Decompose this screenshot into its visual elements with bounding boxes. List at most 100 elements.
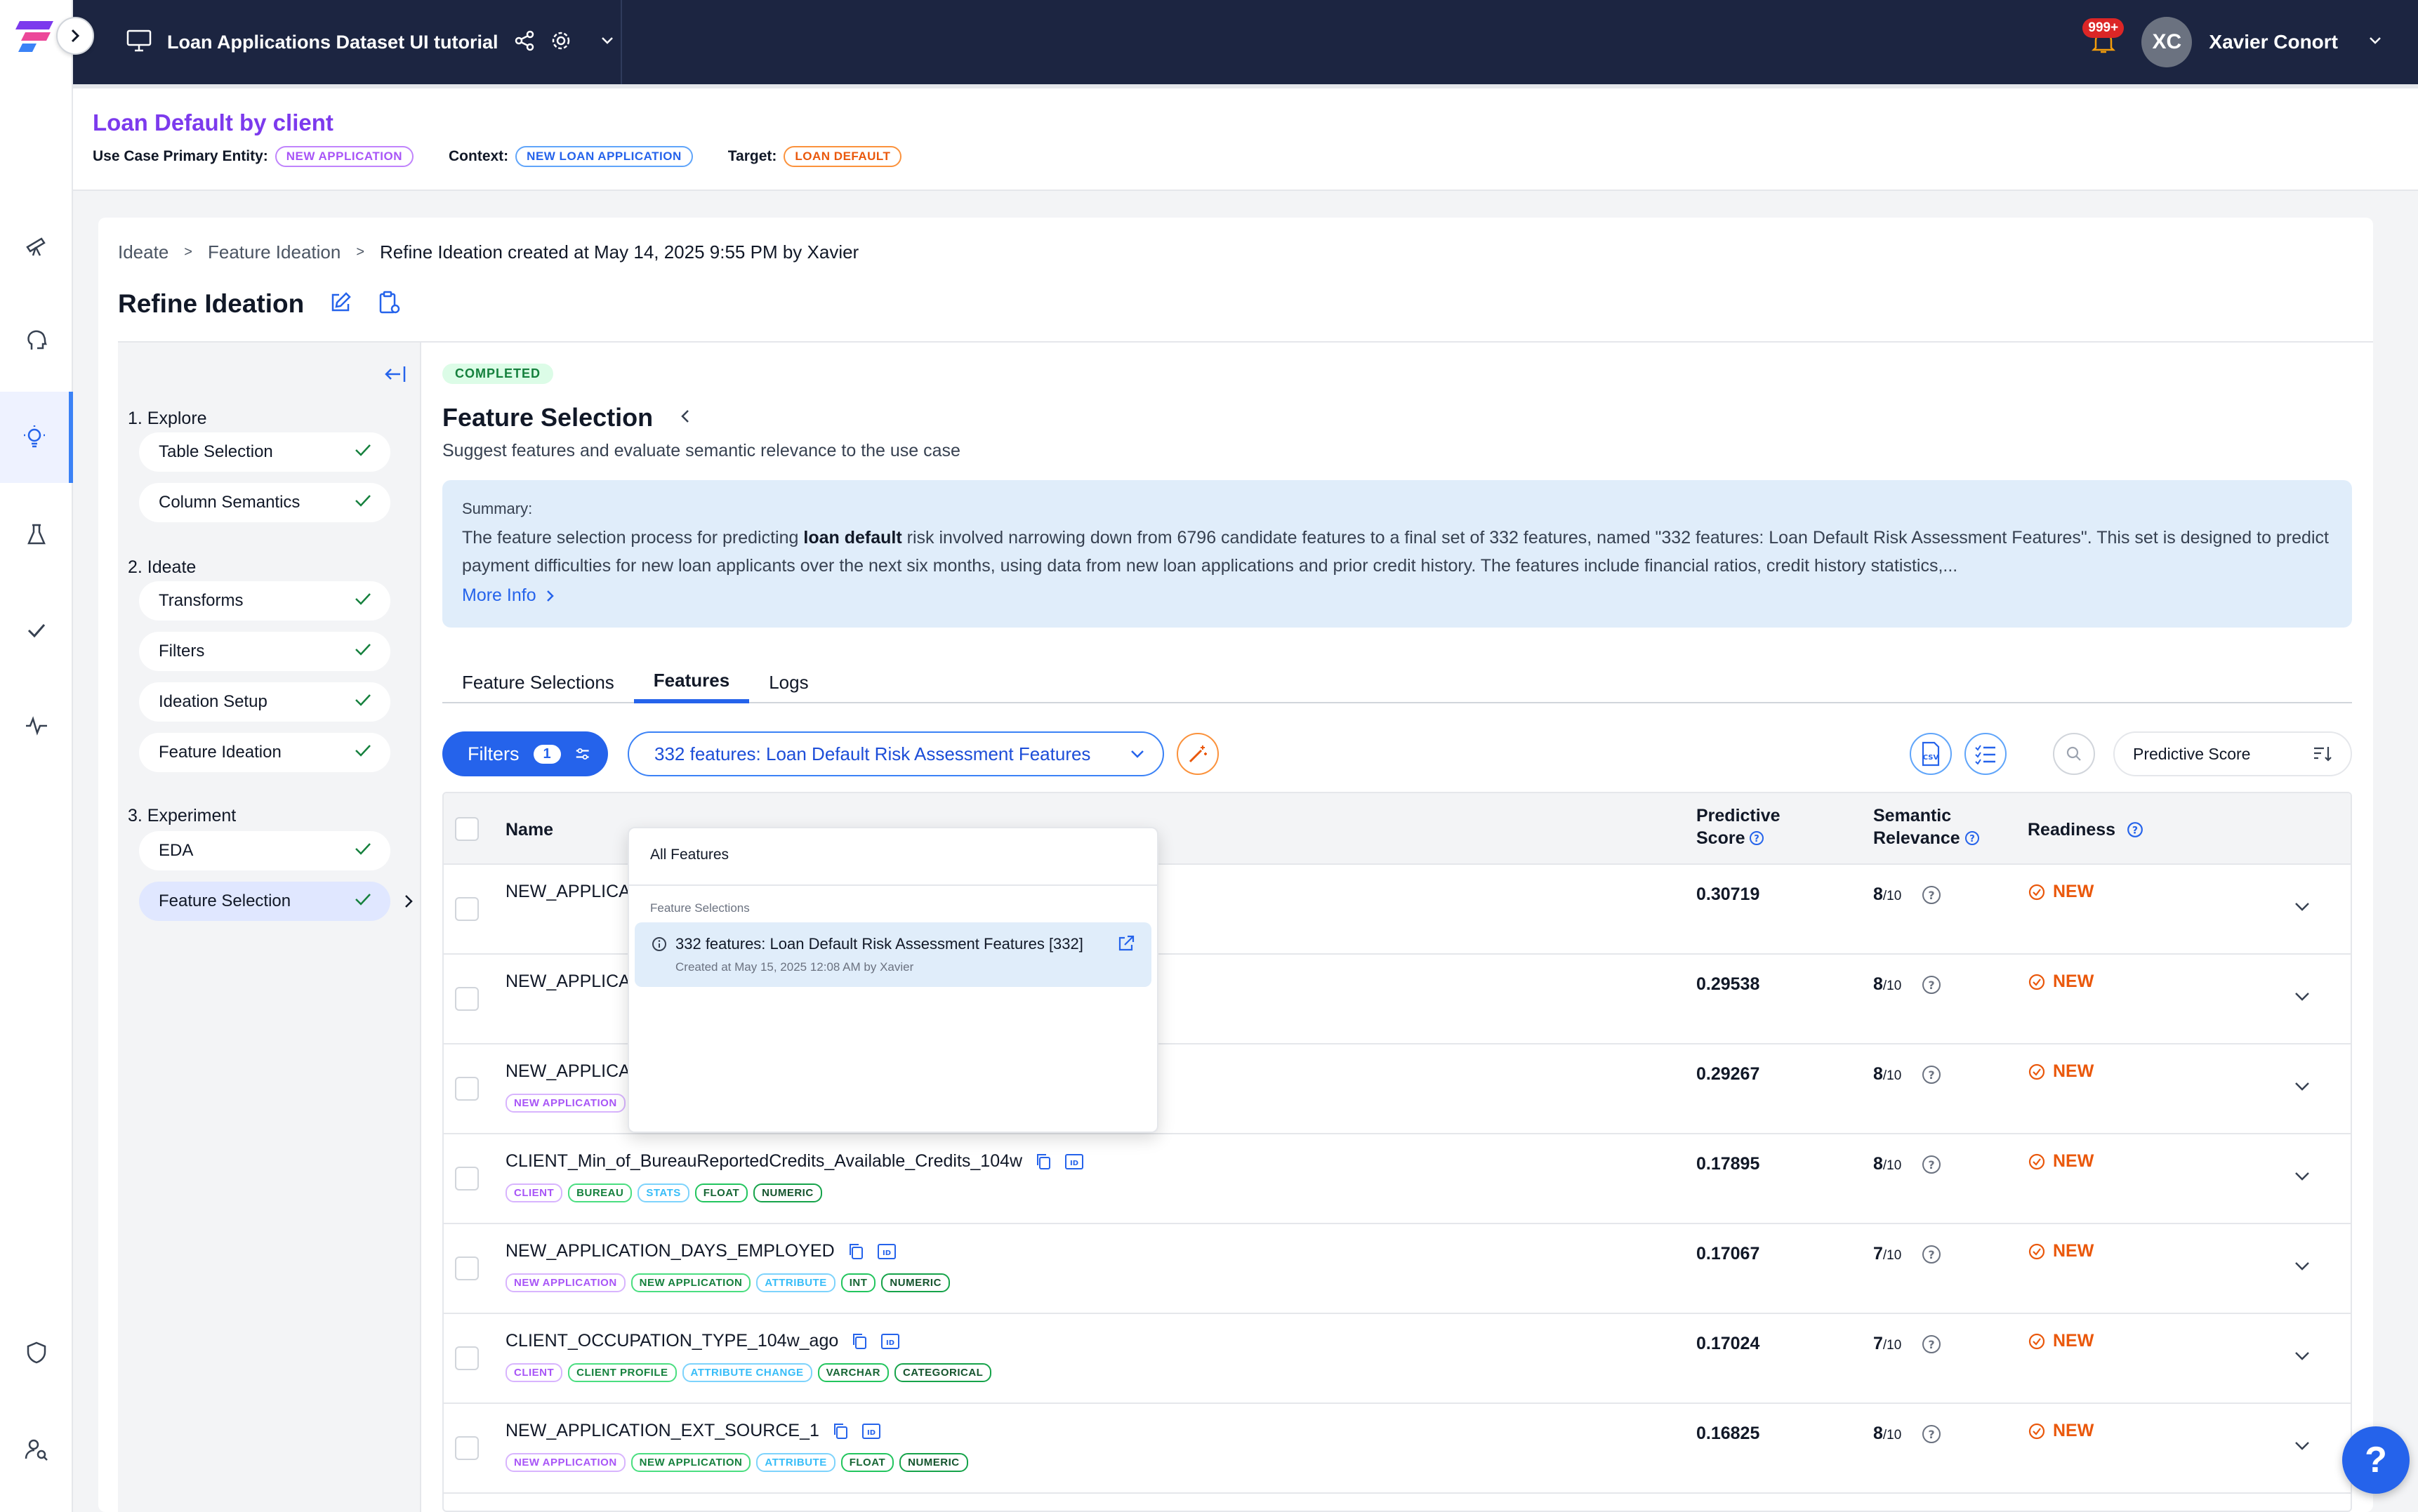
help-icon[interactable]: ? [1921, 1424, 1942, 1445]
chevron-left-icon[interactable] [678, 408, 692, 428]
breadcrumb-feature-ideation[interactable]: Feature Ideation [208, 241, 341, 263]
feature-name[interactable]: NEW_APPLICATION_DAYS_EMPLOYED [506, 1241, 835, 1261]
column-readiness-header[interactable]: Readiness ? [2028, 818, 2143, 841]
help-icon[interactable]: ? [1921, 974, 1942, 995]
menu-item-all-features[interactable]: All Features [650, 847, 729, 863]
copy-icon[interactable] [1035, 1153, 1052, 1171]
row-checkbox[interactable] [455, 1167, 479, 1191]
share-icon[interactable] [514, 30, 535, 55]
external-link-icon[interactable] [1116, 934, 1136, 957]
help-icon[interactable]: ? [2127, 821, 2143, 838]
id-card-icon[interactable]: ID [1064, 1153, 1084, 1171]
row-checkbox[interactable] [455, 1346, 479, 1370]
feature-name[interactable]: CLIENT_OCCUPATION_TYPE_104w_ago [506, 1331, 838, 1351]
feature-tag: NEW APPLICATION [506, 1273, 626, 1292]
column-predictive-score-header[interactable]: Predictive Score ? [1696, 804, 1781, 849]
step-ideation-setup[interactable]: Ideation Setup [139, 682, 390, 722]
clipboard-settings-icon[interactable] [377, 291, 401, 318]
step-filters[interactable]: Filters [139, 632, 390, 671]
step-feature-selection[interactable]: Feature Selection [139, 882, 390, 921]
collapse-panel-icon[interactable] [383, 364, 407, 388]
export-csv-button[interactable]: CSV [1910, 733, 1952, 775]
step-transforms[interactable]: Transforms [139, 581, 390, 621]
rail-telescope-icon[interactable] [0, 199, 73, 291]
step-column-semantics[interactable]: Column Semantics [139, 483, 390, 522]
rail-activity-icon[interactable] [0, 679, 73, 771]
copy-icon[interactable] [832, 1422, 849, 1440]
row-checkbox[interactable] [455, 1077, 479, 1101]
rail-flask-icon[interactable] [0, 489, 73, 580]
table-row[interactable]: CLIENT_Min_of_BureauReportedCredits_Avai… [444, 1134, 2351, 1224]
more-info-link[interactable]: More Info [462, 585, 2332, 606]
help-button[interactable]: ? [2342, 1426, 2410, 1494]
search-button[interactable] [2053, 733, 2095, 775]
copy-icon[interactable] [851, 1332, 868, 1351]
list-view-button[interactable] [1964, 733, 2007, 775]
tab-features[interactable]: Features [633, 661, 750, 703]
feature-name[interactable]: CLIENT_Min_of_BureauReportedCredits_Avai… [506, 1151, 1022, 1172]
column-semantic-relevance-header[interactable]: Semantic Relevance ? [1873, 804, 1980, 849]
gear-icon[interactable] [550, 30, 572, 55]
rail-brain-icon[interactable] [0, 295, 73, 386]
user-menu-chevron-icon[interactable] [2367, 33, 2383, 52]
id-card-icon[interactable]: ID [877, 1242, 897, 1261]
table-row[interactable]: NEW_APPLICATION_EXT_SOURCE_1 ID NEW APPL… [444, 1404, 2351, 1494]
info-icon[interactable] [652, 936, 667, 952]
edit-icon[interactable] [329, 291, 352, 317]
help-icon[interactable]: ? [1964, 830, 1980, 846]
feature-name[interactable]: NEW_APPLICATION_EXT_SOURCE_1 [506, 1421, 819, 1441]
menu-item-selection[interactable]: 332 features: Loan Default Risk Assessme… [635, 922, 1151, 987]
magic-wand-button[interactable] [1177, 733, 1219, 775]
feature-name[interactable]: NEW_APPLICA [506, 1061, 630, 1082]
rail-lightbulb-icon[interactable] [0, 392, 73, 483]
row-checkbox[interactable] [455, 987, 479, 1011]
help-icon[interactable]: ? [1921, 1154, 1942, 1175]
expand-row-chevron-icon[interactable] [2292, 896, 2313, 920]
help-icon[interactable]: ? [1921, 1244, 1942, 1265]
filters-button[interactable]: Filters 1 [442, 731, 608, 776]
help-icon[interactable]: ? [1749, 830, 1764, 846]
row-checkbox[interactable] [455, 1256, 479, 1280]
row-checkbox[interactable] [455, 897, 479, 921]
table-row[interactable]: NEW_APPLICATION_DAYS_EMPLOYED ID NEW APP… [444, 1224, 2351, 1314]
expand-row-chevron-icon[interactable] [2292, 1165, 2313, 1190]
rail-shield-icon[interactable] [0, 1307, 73, 1398]
chevron-right-icon[interactable] [402, 893, 416, 913]
project-selector[interactable]: Loan Applications Dataset UI tutorial [73, 0, 622, 84]
avatar[interactable]: XC [2141, 17, 2193, 67]
expand-row-chevron-icon[interactable] [2292, 1345, 2313, 1370]
sort-select[interactable]: Predictive Score [2113, 731, 2352, 776]
help-icon[interactable]: ? [1921, 1064, 1942, 1085]
rail-check-icon[interactable] [0, 584, 73, 675]
chevron-down-icon[interactable] [600, 33, 615, 52]
step-feature-ideation[interactable]: Feature Ideation [139, 733, 390, 772]
help-icon[interactable]: ? [1921, 884, 1942, 906]
step-table-selection[interactable]: Table Selection [139, 432, 390, 472]
copy-icon[interactable] [847, 1242, 864, 1261]
expand-row-chevron-icon[interactable] [2292, 1435, 2313, 1459]
user-name[interactable]: Xavier Conort [2209, 31, 2338, 53]
menu-item-title: 332 features: Loan Default Risk Assessme… [675, 935, 1083, 953]
app-logo[interactable] [15, 17, 58, 56]
help-icon[interactable]: ? [1921, 1334, 1942, 1355]
tab-logs[interactable]: Logs [749, 661, 828, 703]
tab-feature-selections[interactable]: Feature Selections [442, 661, 634, 703]
id-card-icon[interactable]: ID [880, 1332, 900, 1351]
table-row[interactable]: CLIENT_OCCUPATION_TYPE_104w_ago ID CLIEN… [444, 1314, 2351, 1404]
rail-user-search-icon[interactable] [0, 1404, 73, 1495]
notifications-bell[interactable]: 999+ [2082, 18, 2125, 63]
column-name-header[interactable]: Name [506, 818, 553, 841]
step-eda[interactable]: EDA [139, 831, 390, 870]
feature-selection-dropdown[interactable]: 332 features: Loan Default Risk Assessme… [628, 731, 1164, 776]
breadcrumb-ideate[interactable]: Ideate [118, 241, 169, 263]
use-case-title[interactable]: Loan Default by client [93, 110, 2418, 136]
select-all-checkbox[interactable] [455, 817, 479, 841]
row-checkbox[interactable] [455, 1436, 479, 1460]
expand-row-chevron-icon[interactable] [2292, 1255, 2313, 1280]
feature-name[interactable]: NEW_APPLICA [506, 882, 630, 902]
id-card-icon[interactable]: ID [861, 1422, 881, 1440]
feature-name[interactable]: NEW_APPLICA [506, 971, 630, 992]
expand-row-chevron-icon[interactable] [2292, 1075, 2313, 1100]
expand-rail-button[interactable] [56, 17, 94, 55]
expand-row-chevron-icon[interactable] [2292, 986, 2313, 1010]
